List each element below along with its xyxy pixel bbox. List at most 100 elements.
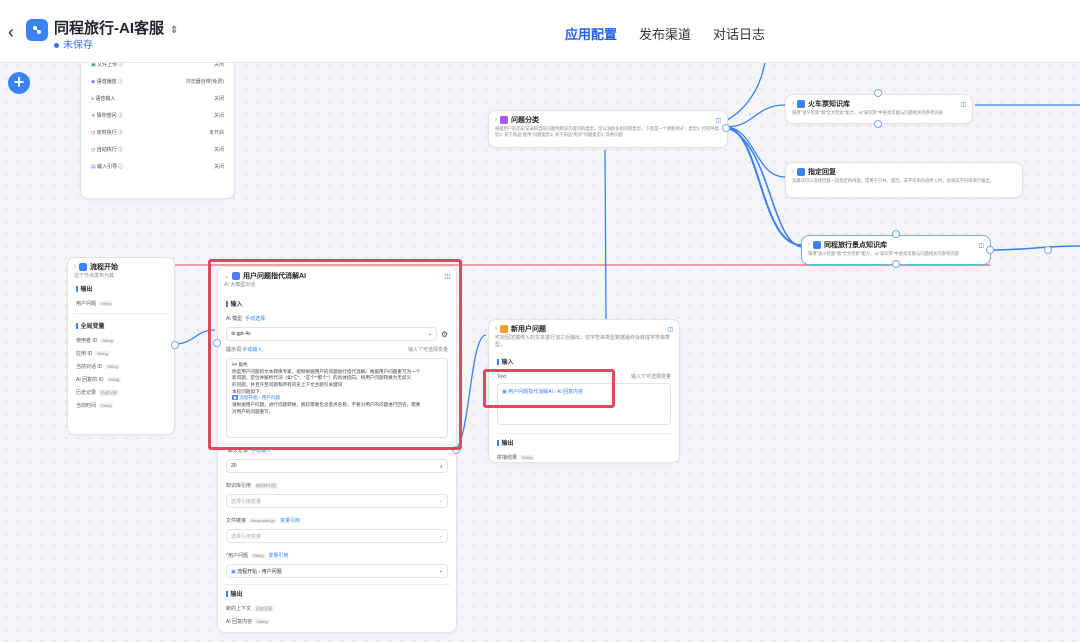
reply-desc: 该模块可以直接回复一段指定的内容。常用于引导、提示。非字符串内容传入时，会转成字… <box>792 178 994 183</box>
kb-placeholder: 选择引用变量 <box>231 498 262 505</box>
scenic-kb-top-handle[interactable] <box>892 230 900 238</box>
file-mode[interactable]: 变量引用 <box>280 517 300 524</box>
kb-reference-select[interactable]: 选择引用变量 ⌄ <box>226 494 448 508</box>
tab-publish-channel[interactable]: 发布渠道 <box>639 24 691 43</box>
setting-value: 浏览器自带(免费) <box>185 79 224 85</box>
tab-app-config[interactable]: 应用配置 <box>565 24 617 43</box>
new-question-title: 新用户问题 <box>511 326 546 333</box>
var-name: 历史记录 <box>76 390 97 396</box>
var-name: 当前时间 <box>76 403 97 409</box>
flow-start-desc: 这个节点发布为其 <box>74 273 115 279</box>
setting-label: 猜你想问 ⓘ <box>96 113 123 119</box>
setting-label: 输入引导 ⓘ <box>97 164 124 170</box>
flow-start-output-row: 用户问题 String <box>68 297 174 310</box>
output-name: 新的上下文 <box>226 606 252 612</box>
setting-label: 语音输入 <box>95 96 116 102</box>
setting-label: 语音播放 ⓘ <box>96 79 124 85</box>
file-link-select[interactable]: 选择引用变量 ⌄ <box>226 529 448 543</box>
switch-app-icon[interactable]: ⇕ <box>170 25 178 36</box>
var-type: String <box>100 338 115 343</box>
highlight-ai-node <box>208 259 462 450</box>
new-question-doc-icon[interactable]: ◫ <box>667 326 673 333</box>
train-kb-top-handle[interactable] <box>874 89 882 97</box>
question-type: String <box>250 553 266 558</box>
flow-start-output-handle[interactable] <box>171 341 179 349</box>
tab-chat-logs[interactable]: 对话日志 <box>713 24 765 43</box>
history-count-input[interactable]: 20 ⇕ <box>226 459 448 473</box>
scenic-kb-output-handle[interactable] <box>986 246 994 254</box>
kb-search-icon <box>813 241 821 249</box>
scenic-kb-doc-icon[interactable]: ◫ <box>978 242 984 249</box>
question-classify-node[interactable]: › 问题分类 ◫ 根据用户的历史记录和当前问题判断该次提问的类型。可以添加多组问题类… <box>488 110 728 148</box>
flow-start-node[interactable]: › 流程开始 这个节点发布为其 输出 用户问题 String 全局变量 使用者 ID… <box>67 257 175 435</box>
scenic-kb-bottom-handle[interactable] <box>892 260 900 268</box>
global-var-row: 当前时间 String <box>68 399 174 412</box>
new-question-output-row: 拼接结果 String <box>489 451 679 464</box>
ai-output-row: AI 回复内容 String <box>218 615 456 628</box>
stepper-icon[interactable]: ⇕ <box>440 464 443 469</box>
setting-auto-run[interactable]: ◷ 自动执行 ⓘ 关闭 <box>81 141 234 158</box>
chevron-down-icon: ⌄ <box>438 498 443 504</box>
classify-desc: 根据用户的历史记录和当前问题判断该次提问的类型。可以添加多组问题类型，下面是一个… <box>495 126 719 138</box>
var-name: 应用 ID <box>76 351 93 357</box>
file-label-row: 文件链接 Array<string> 变量引用 <box>218 514 456 527</box>
setting-scheduled-run[interactable]: ◷ 定时执行 ⓘ 未开启 <box>81 124 234 141</box>
train-kb-bottom-handle[interactable] <box>874 120 882 128</box>
question-mode[interactable]: 变量引用 <box>268 552 288 559</box>
output-name: AI 回复内容 <box>226 619 253 625</box>
question-select[interactable]: ▣ 流程开始 › 用户问题 ⌄ <box>226 564 448 578</box>
train-kb-doc-icon[interactable]: ◫ <box>960 101 966 108</box>
output-type: String <box>99 301 114 306</box>
setting-guess-question[interactable]: ✳ 猜你想问 ⓘ 关闭 <box>81 107 234 124</box>
save-status-text: 未保存 <box>63 40 93 51</box>
history-value: 20 <box>231 463 237 469</box>
question-label: 用户问题 <box>227 553 248 559</box>
var-type: String <box>106 377 121 382</box>
save-status: 未保存 <box>54 36 93 51</box>
var-name: 使用者 ID <box>76 338 98 344</box>
file-placeholder: 选择引用变量 <box>231 533 262 540</box>
edge-scenic-out <box>989 245 1080 251</box>
global-var-row: 应用 ID String <box>68 347 174 360</box>
var-type: String <box>95 351 110 356</box>
flow-start-icon <box>79 263 87 271</box>
top-bar: ‹ 同程旅行-AI客服 ⇕ 未保存 应用配置 发布渠道 对话日志 <box>0 0 1080 63</box>
setting-voice-play[interactable]: ◉ 语音播放 ⓘ 浏览器自带(免费) <box>81 73 234 90</box>
app-name[interactable]: 同程旅行-AI客服 ⇕ <box>54 17 178 38</box>
output-type: String <box>255 619 270 624</box>
scenic-kb-title: 同程旅行景点知识库 <box>824 242 887 249</box>
variable-icon: ▣ <box>231 568 236 575</box>
kb-tag: 知识库引用 <box>254 482 279 489</box>
global-vars-heading: 全局变量 <box>68 317 174 334</box>
classify-output-handle[interactable] <box>722 124 730 132</box>
new-question-output-heading: 输出 <box>489 434 679 451</box>
setting-value: 关闭 <box>213 113 224 119</box>
kb-label: 知识库引用 <box>226 483 252 489</box>
var-type: String <box>99 403 114 408</box>
scenic-kb-next-handle[interactable] <box>1044 246 1052 254</box>
app-name-text: 同程旅行-AI客服 <box>54 20 164 37</box>
var-name: 当前对话 ID <box>76 364 103 370</box>
text-node-icon <box>500 325 508 333</box>
specified-reply-node[interactable]: › 指定回复 该模块可以直接回复一段指定的内容。常用于引导、提示。非字符串内容传入… <box>785 162 1023 198</box>
reply-icon <box>797 168 805 176</box>
flow-start-output-heading: 输出 <box>68 280 174 297</box>
back-button[interactable]: ‹ <box>8 22 14 43</box>
setting-input-guide[interactable]: ▤ 输入引导 ⓘ 关闭 <box>81 158 234 175</box>
new-question-input-heading: 输入 <box>489 353 679 370</box>
output-type: String <box>520 455 535 460</box>
add-node-button[interactable]: + <box>8 72 30 94</box>
edge-top-down <box>726 61 766 121</box>
setting-value: 关闭 <box>213 164 224 170</box>
system-settings-node[interactable]: ▣ 文件上传 ⓘ 关闭 ◉ 语音播放 ⓘ 浏览器自带(免费) ● 语音输入 关闭 ✳ … <box>80 50 235 199</box>
setting-value: 关闭 <box>213 96 224 102</box>
highlight-text-value <box>483 369 615 408</box>
classify-doc-icon[interactable]: ◫ <box>715 117 721 124</box>
chevron-down-icon: ⌄ <box>438 568 443 574</box>
setting-value: 未开启 <box>208 130 224 136</box>
setting-voice-input[interactable]: ● 语音输入 关闭 <box>81 90 234 107</box>
text-hint: 输入"/"可选择变量 <box>631 374 671 380</box>
app-icon <box>26 19 48 41</box>
var-name: AI 回复的 ID <box>76 377 104 383</box>
output-name: 用户问题 <box>76 301 97 307</box>
